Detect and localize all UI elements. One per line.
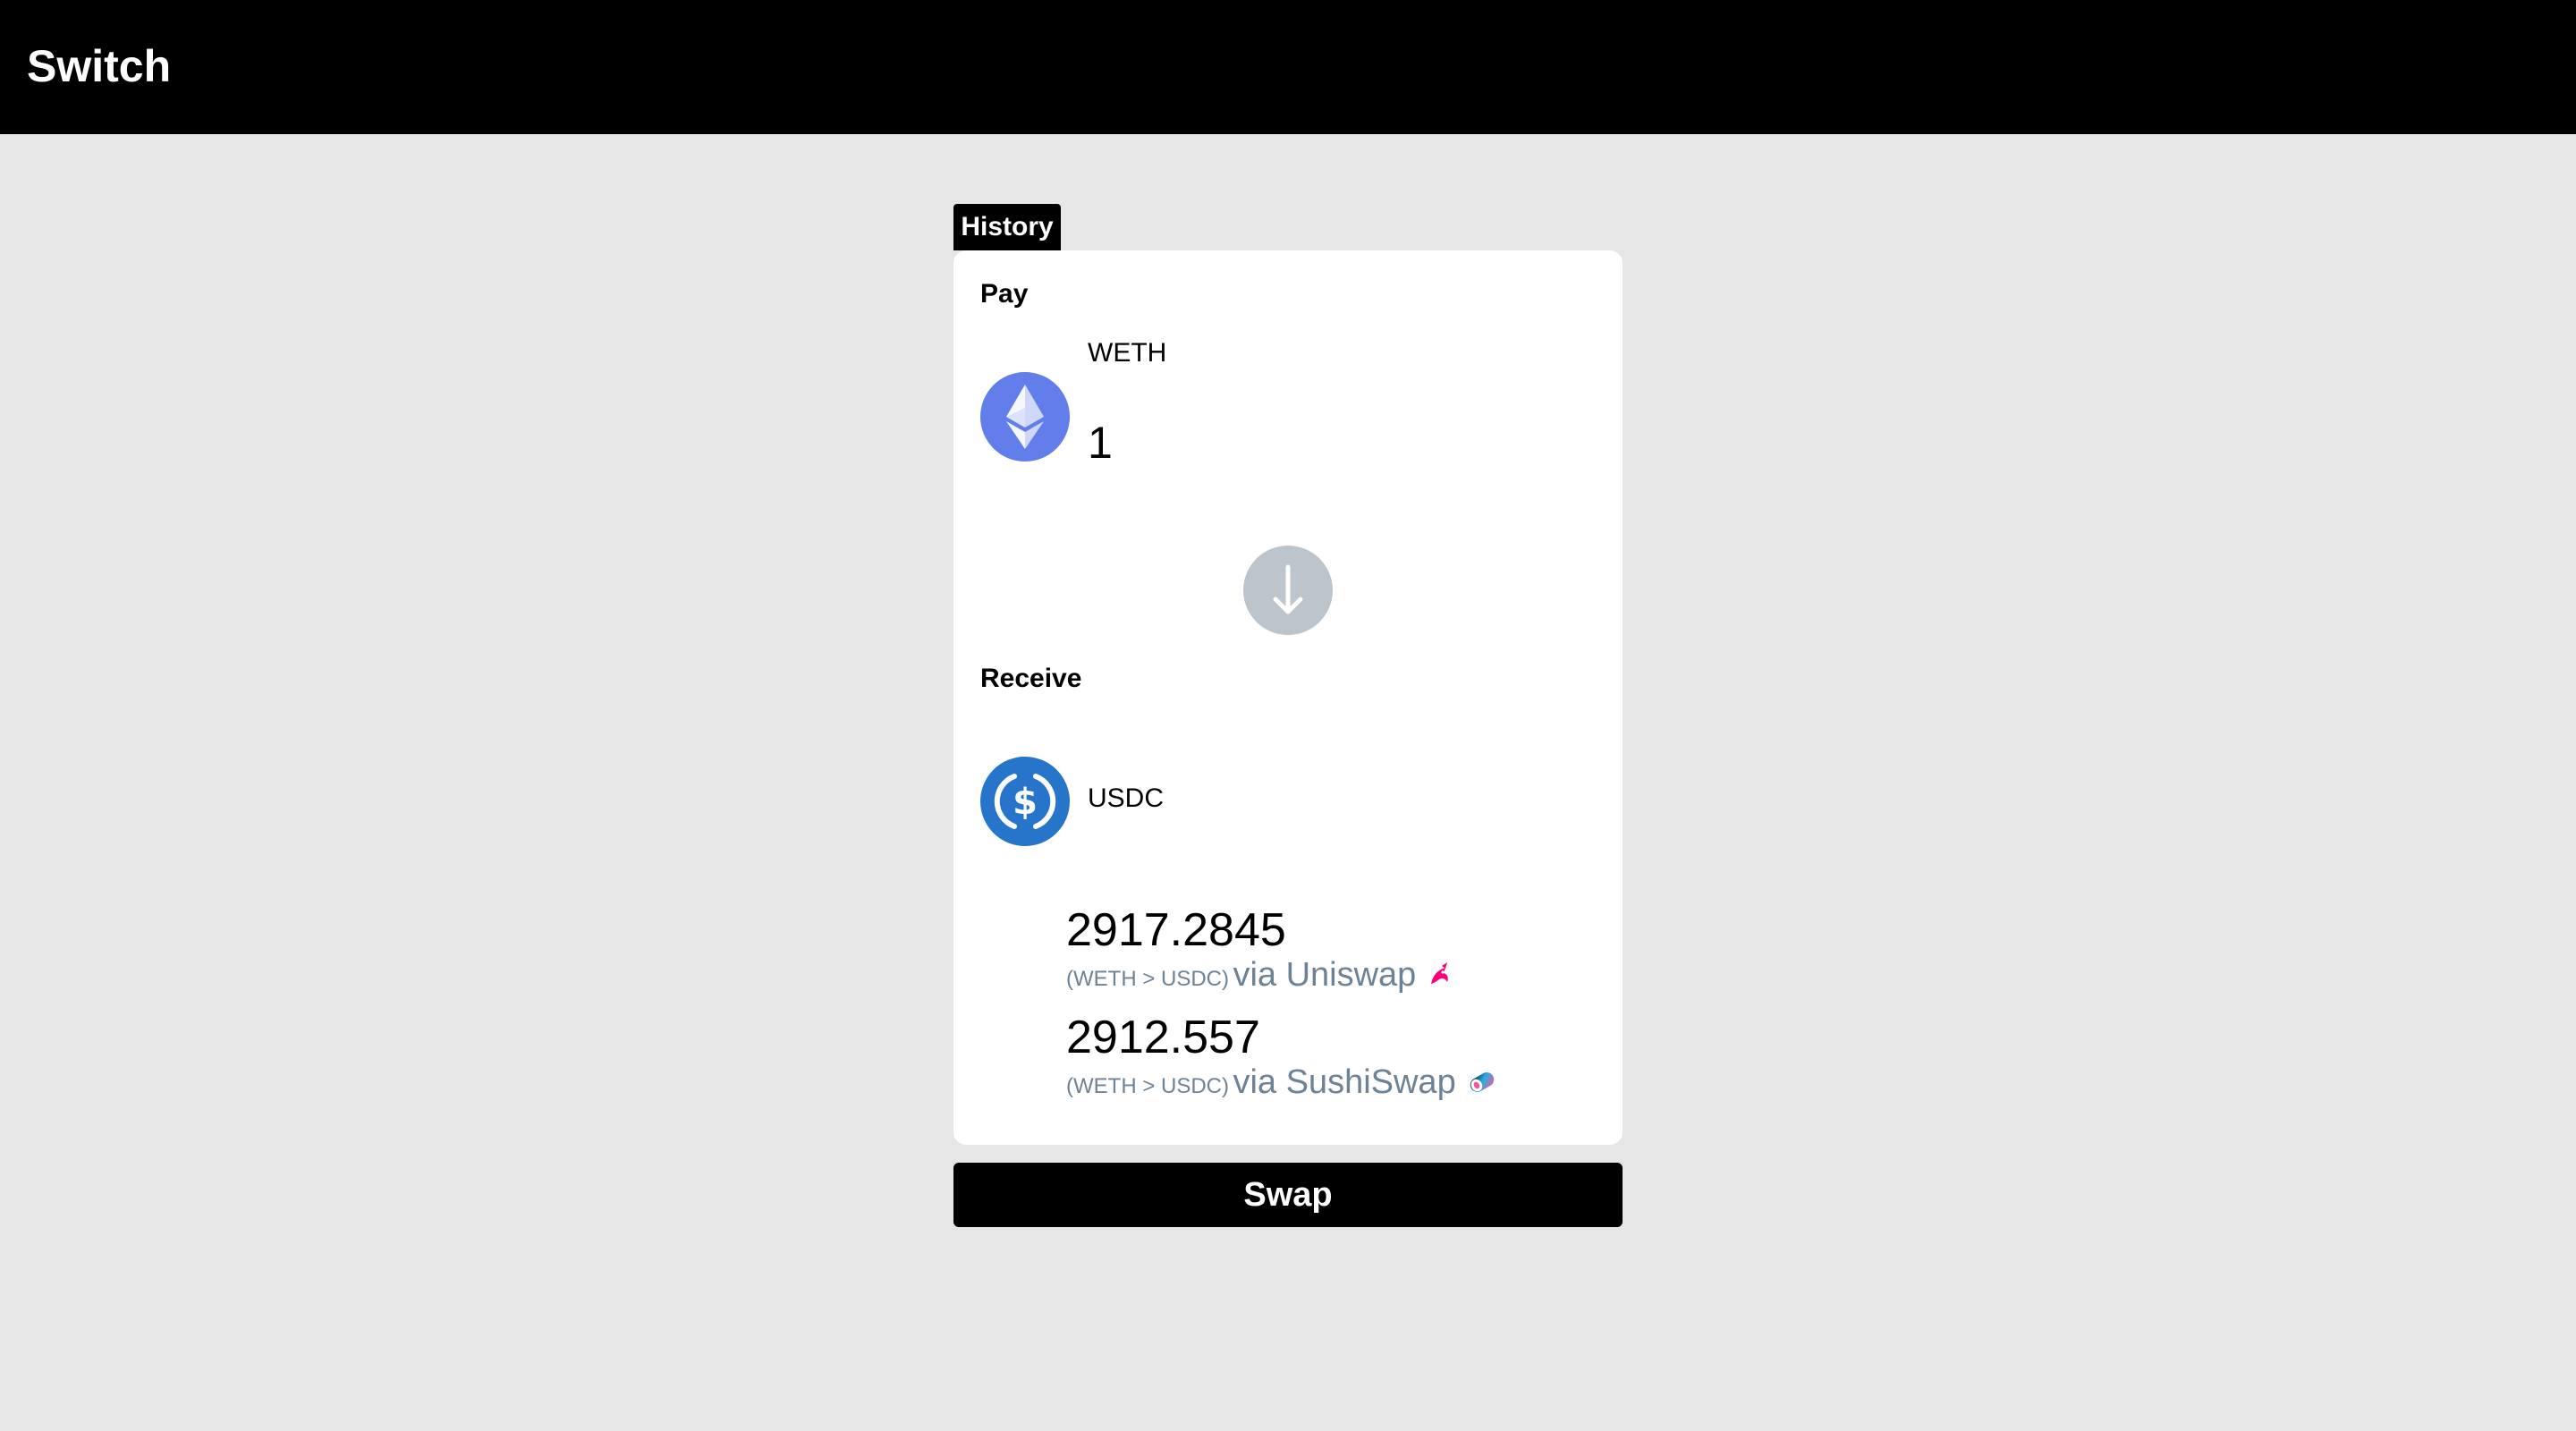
route-pair: (WETH > USDC) [1066, 967, 1229, 991]
route-dex: via SushiSwap [1233, 1063, 1456, 1101]
history-tab[interactable]: History [953, 204, 1061, 250]
uniswap-unicorn-icon [1426, 961, 1454, 1003]
quote-amount: 2917.2845 [1066, 904, 1286, 956]
svg-text:$: $ [1013, 782, 1038, 823]
swap-card: Pay WETH Receive $ USDC 2917.2845 (WETH … [953, 250, 1623, 1145]
quote-uniswap[interactable]: 2917.2845 (WETH > USDC) via Uniswap [1066, 903, 1454, 1003]
arrow-down-icon [1273, 564, 1303, 614]
usdc-icon[interactable]: $ [980, 757, 1070, 846]
sushiswap-icon [1465, 1065, 1499, 1113]
top-bar: Switch [0, 0, 2576, 134]
quote-amount: 2912.557 [1066, 1012, 1260, 1063]
pay-amount-input[interactable] [1088, 411, 1589, 474]
app-title: Switch [27, 41, 172, 91]
receive-token-symbol[interactable]: USDC [1088, 783, 1164, 814]
pay-token-symbol[interactable]: WETH [1088, 338, 1166, 368]
quote-route: (WETH > USDC) via Uniswap [1066, 957, 1454, 1003]
swap-direction-button[interactable] [1243, 546, 1333, 635]
receive-label: Receive [980, 664, 1082, 693]
quote-sushiswap[interactable]: 2912.557 (WETH > USDC) via SushiSwap [1066, 1011, 1499, 1113]
route-dex: via Uniswap [1233, 956, 1417, 994]
quote-route: (WETH > USDC) via SushiSwap [1066, 1064, 1499, 1113]
pay-label: Pay [980, 279, 1029, 309]
route-pair: (WETH > USDC) [1066, 1074, 1229, 1098]
swap-button[interactable]: Swap [953, 1163, 1623, 1227]
ethereum-icon[interactable] [980, 372, 1070, 461]
